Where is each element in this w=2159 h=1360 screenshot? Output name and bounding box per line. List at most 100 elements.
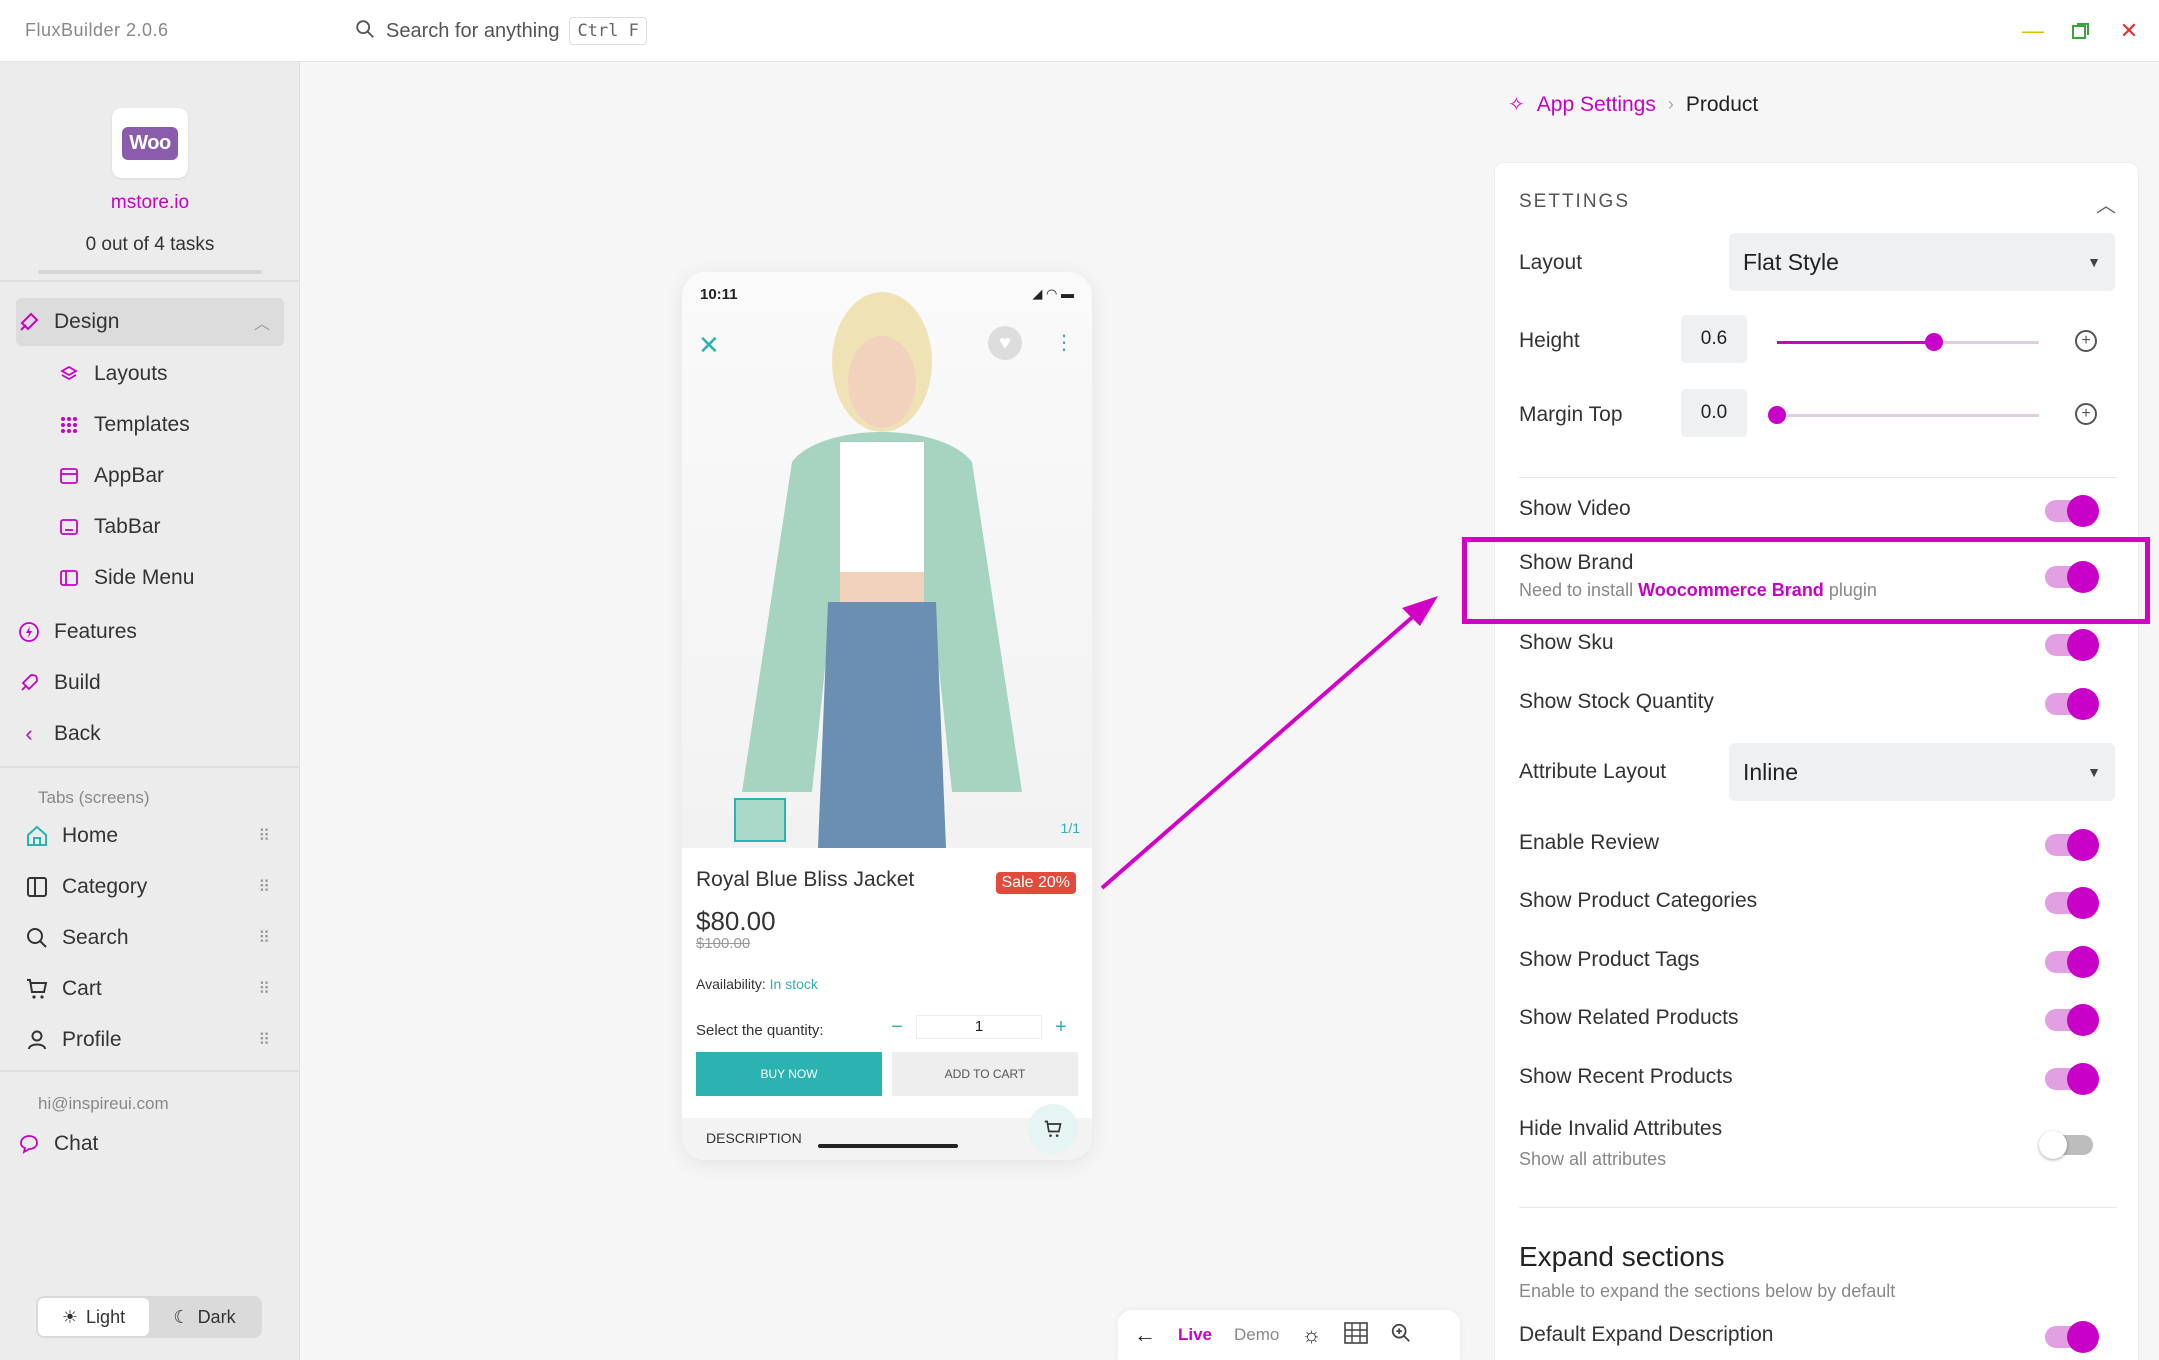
quantity-stepper[interactable]: − 1 + xyxy=(884,1014,1074,1040)
margin-top-label: Margin Top xyxy=(1519,403,1623,426)
show-recent-toggle[interactable] xyxy=(2045,1063,2099,1095)
buy-now-button[interactable]: BUY NOW xyxy=(696,1052,882,1096)
sidebar-item-back[interactable]: ‹ Back xyxy=(16,710,284,758)
show-related-label: Show Related Products xyxy=(1519,1006,1739,1029)
plus-circle-icon[interactable]: + xyxy=(2075,403,2097,425)
tabs-section-label: Tabs (screens) xyxy=(38,788,150,807)
sidebar-item-appbar[interactable]: AppBar xyxy=(56,452,284,500)
margin-top-input[interactable]: 0.0 xyxy=(1681,389,1747,437)
breadcrumb-app-settings[interactable]: App Settings xyxy=(1537,93,1656,117)
expand-sections-sub: Enable to expand the sections below by d… xyxy=(1519,1281,1896,1301)
drag-handle-icon[interactable]: ⠿ xyxy=(258,877,270,897)
tab-category[interactable]: Category ⠿ xyxy=(24,863,284,911)
title-bar: FluxBuilder 2.0.6 Search for anything Ct… xyxy=(0,0,2159,62)
sidebar-item-label: Build xyxy=(54,671,101,694)
layout-selected-value: Flat Style xyxy=(1743,248,1839,275)
toggle-knob xyxy=(2067,1321,2099,1353)
toggle-knob xyxy=(2067,495,2099,527)
theme-toggle[interactable]: ☀ Light ☾ Dark xyxy=(36,1296,262,1338)
layout-dropdown[interactable]: Flat Style ▼ xyxy=(1729,233,2115,291)
drag-handle-icon[interactable]: ⠿ xyxy=(258,826,270,846)
cart-icon[interactable] xyxy=(1028,1104,1078,1154)
sidebar-item-build[interactable]: Build xyxy=(16,659,284,707)
show-tags-toggle[interactable] xyxy=(2045,946,2099,978)
attribute-layout-selected-value: Inline xyxy=(1743,758,1798,785)
sidebar-item-chat[interactable]: Chat xyxy=(16,1120,284,1168)
sidebar-item-templates[interactable]: Templates xyxy=(56,401,284,449)
show-categories-toggle[interactable] xyxy=(2045,887,2099,919)
minus-icon[interactable]: − xyxy=(884,1016,910,1039)
image-thumbnail[interactable] xyxy=(734,798,786,842)
show-video-toggle[interactable] xyxy=(2045,495,2099,527)
product-image[interactable] xyxy=(682,272,1092,848)
tab-home[interactable]: Home ⠿ xyxy=(24,812,284,860)
heart-icon[interactable]: ♥ xyxy=(988,326,1022,360)
sidebar-item-label: Profile xyxy=(62,1028,122,1051)
show-stock-toggle[interactable] xyxy=(2045,688,2099,720)
enable-review-toggle[interactable] xyxy=(2045,829,2099,861)
hide-invalid-toggle[interactable] xyxy=(2039,1131,2093,1159)
tab-profile[interactable]: Profile ⠿ xyxy=(24,1016,284,1064)
close-icon[interactable]: ✕ xyxy=(2114,16,2144,46)
sidebar-item-label: Home xyxy=(62,824,119,847)
show-sku-label: Show Sku xyxy=(1519,631,1614,654)
chevron-up-icon[interactable]: ︿ xyxy=(2096,189,2116,218)
grid-icon[interactable] xyxy=(1343,1321,1368,1349)
quantity-value[interactable]: 1 xyxy=(916,1015,1042,1039)
attribute-layout-dropdown[interactable]: Inline ▼ xyxy=(1729,743,2115,801)
close-icon[interactable]: ✕ xyxy=(698,330,720,361)
sidebar-item-features[interactable]: Features xyxy=(16,608,284,656)
sidebar-item-design[interactable]: Design ︿ xyxy=(16,298,284,346)
maximize-icon[interactable] xyxy=(2066,16,2096,46)
arrow-left-icon[interactable]: ← xyxy=(1134,1322,1156,1348)
caret-down-icon: ▼ xyxy=(2087,764,2101,780)
sidebar-item-side-menu[interactable]: Side Menu xyxy=(56,554,284,602)
height-slider[interactable] xyxy=(1777,333,2039,351)
tab-cart[interactable]: Cart ⠿ xyxy=(24,965,284,1013)
sidebar-item-label: TabBar xyxy=(94,515,161,538)
plus-circle-icon[interactable]: + xyxy=(2075,330,2097,352)
sale-badge: Sale 20% xyxy=(995,872,1076,894)
plus-icon[interactable]: + xyxy=(1048,1016,1074,1039)
live-mode-button[interactable]: Live xyxy=(1178,1325,1212,1345)
drag-handle-icon[interactable]: ⠿ xyxy=(258,979,270,999)
drag-handle-icon[interactable]: ⠿ xyxy=(258,928,270,948)
theme-light-option[interactable]: ☀ Light xyxy=(38,1298,149,1336)
theme-dark-option[interactable]: ☾ Dark xyxy=(149,1298,260,1336)
show-related-toggle[interactable] xyxy=(2045,1004,2099,1036)
add-to-cart-button[interactable]: ADD TO CART xyxy=(892,1052,1078,1096)
slider-knob[interactable] xyxy=(1768,406,1786,424)
sun-icon[interactable]: ☼ xyxy=(1301,1322,1321,1348)
divider xyxy=(1519,1207,2117,1208)
app-title: FluxBuilder 2.0.6 xyxy=(25,20,169,40)
tab-search[interactable]: Search ⠿ xyxy=(24,914,284,962)
product-title: Royal Blue Bliss Jacket xyxy=(696,868,915,891)
show-categories-label: Show Product Categories xyxy=(1519,889,1758,912)
zoom-in-icon[interactable] xyxy=(1390,1322,1412,1349)
caret-down-icon: ▼ xyxy=(2087,254,2101,270)
minimize-icon[interactable]: — xyxy=(2018,16,2048,46)
moon-icon: ☾ xyxy=(173,1306,190,1327)
sidebar-item-tabbar[interactable]: TabBar xyxy=(56,503,284,551)
show-sku-toggle[interactable] xyxy=(2045,629,2099,661)
support-email[interactable]: hi@inspireui.com xyxy=(38,1094,169,1114)
more-vertical-icon[interactable]: ⋮ xyxy=(1054,330,1074,355)
height-input[interactable]: 0.6 xyxy=(1681,315,1747,363)
search-icon xyxy=(24,925,50,951)
slider-knob[interactable] xyxy=(1925,333,1944,351)
search-placeholder[interactable]: Search for anything xyxy=(386,20,559,43)
global-search[interactable]: Search for anything Ctrl F xyxy=(354,14,647,48)
status-icons: ◢ ◠ ▬ xyxy=(1032,286,1074,301)
sidebar-item-layouts[interactable]: Layouts xyxy=(56,350,284,398)
search-shortcut: Ctrl F xyxy=(569,17,647,45)
toggle-knob xyxy=(2039,1131,2067,1159)
slider-fill xyxy=(1777,341,1935,344)
tasks-progress-label[interactable]: 0 out of 4 tasks xyxy=(0,234,300,256)
store-name[interactable]: mstore.io xyxy=(0,192,300,214)
attribute-layout-label: Attribute Layout xyxy=(1519,760,1667,783)
toggle-knob xyxy=(2067,946,2099,978)
default-expand-desc-toggle[interactable] xyxy=(2045,1321,2099,1353)
margin-top-slider[interactable] xyxy=(1768,406,2039,424)
demo-mode-button[interactable]: Demo xyxy=(1234,1325,1279,1345)
drag-handle-icon[interactable]: ⠿ xyxy=(258,1030,270,1050)
